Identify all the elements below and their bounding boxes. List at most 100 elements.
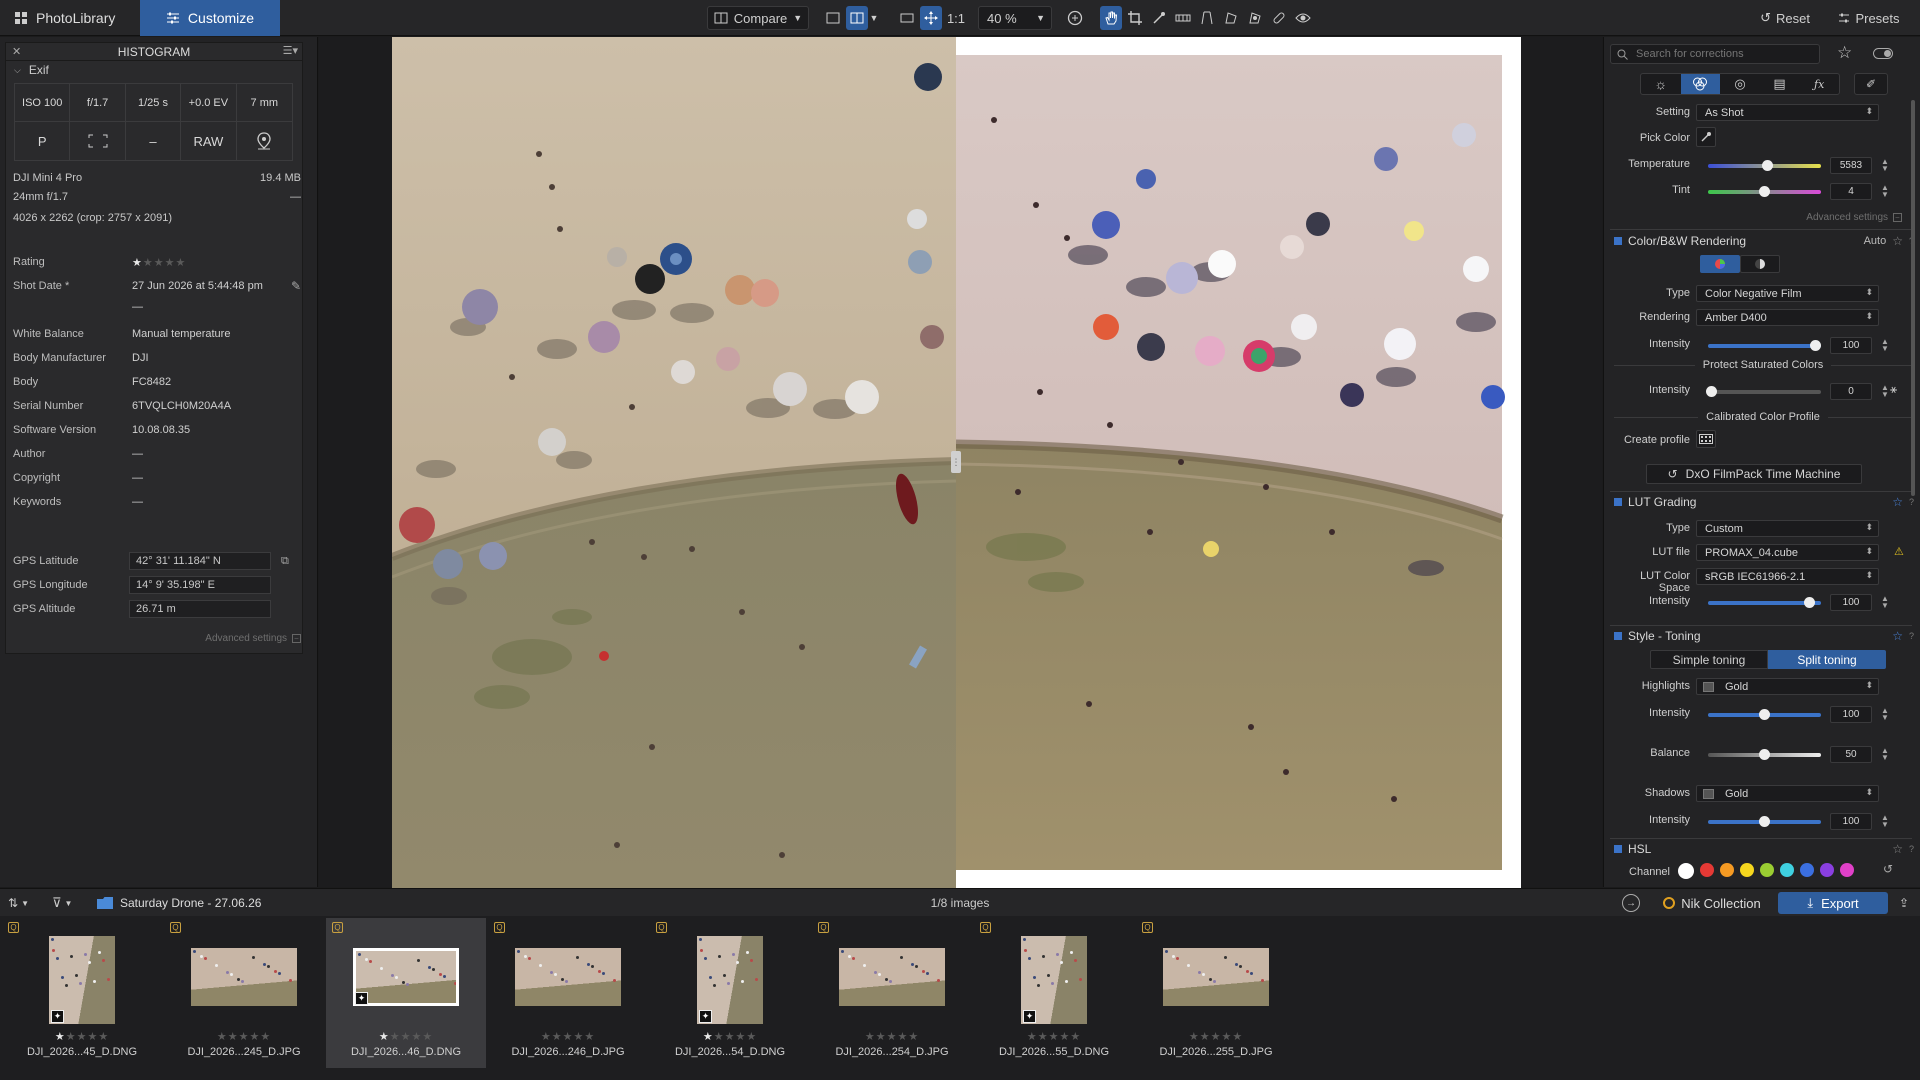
cbw-intensity-knob[interactable]	[1810, 340, 1821, 351]
perspective-tool-button[interactable]	[1196, 6, 1218, 30]
rating-star[interactable]: ★	[1200, 1031, 1211, 1043]
lut-section-header[interactable]: LUT Grading ☆ ?	[1614, 493, 1914, 511]
pick-color-button[interactable]	[1696, 127, 1716, 147]
rating-star[interactable]: ★	[908, 1031, 919, 1043]
rating-star[interactable]: ★	[77, 1031, 88, 1043]
gps-altitude-field[interactable]: 26.71 m	[129, 600, 271, 618]
hsl-channel-swatch[interactable]	[1780, 863, 1794, 877]
split-divider-handle[interactable]: ⋮	[951, 451, 961, 473]
preview-button[interactable]	[1292, 6, 1314, 30]
export-button[interactable]: ⤓ Export	[1778, 892, 1888, 914]
right-scrollbar[interactable]	[1911, 100, 1915, 496]
exif-section-header[interactable]: ⌵ Exif	[6, 61, 302, 79]
temperature-input[interactable]: 5583	[1830, 157, 1872, 174]
film-rating[interactable]: ★★★★★	[2, 1030, 162, 1043]
rating-star[interactable]: ★	[143, 257, 154, 269]
highlights-select[interactable]: Gold ⬍	[1696, 678, 1879, 695]
hsl-section-header[interactable]: HSL ☆ ?	[1614, 840, 1914, 858]
lut-type-select[interactable]: Custom ⬍	[1696, 520, 1879, 537]
s-intensity-slider[interactable]	[1708, 816, 1821, 827]
zoom-1to1-button[interactable]: 1:1	[944, 6, 968, 30]
h-intensity-slider[interactable]	[1708, 709, 1821, 720]
cbw-intensity-slider[interactable]	[1708, 340, 1821, 351]
rating-star[interactable]: ★	[87, 1031, 98, 1043]
image-viewer[interactable]: ⋮	[319, 37, 1602, 888]
film-item[interactable]: Q ✦ ★★★★★ DJI_2026...54_D.DNG	[650, 918, 810, 1068]
create-profile-button[interactable]	[1696, 430, 1716, 448]
split-view-button[interactable]	[846, 6, 868, 30]
cbw-type-select[interactable]: Color Negative Film ⬍	[1696, 285, 1879, 302]
hsl-channel-swatch[interactable]	[1740, 863, 1754, 877]
rating-star[interactable]: ★	[165, 257, 176, 269]
rating-star[interactable]: ★	[746, 1031, 757, 1043]
film-item[interactable]: Q ★★★★★ DJI_2026...245_D.JPG	[164, 918, 324, 1068]
rating-star[interactable]: ★	[217, 1031, 228, 1043]
h-intensity-knob[interactable]	[1759, 709, 1770, 720]
filter-button[interactable]: ⊽ ▼	[52, 893, 84, 913]
copy-location-icon[interactable]: ⧉	[281, 555, 289, 568]
reset-channel-icon[interactable]: ↺	[1883, 862, 1893, 876]
move-tool-button[interactable]	[920, 6, 942, 30]
protect-intensity-stepper[interactable]: ▲ ▼	[1881, 384, 1889, 399]
rating-star[interactable]: ★	[260, 1031, 271, 1043]
search-input[interactable]	[1636, 48, 1806, 60]
tab-color[interactable]	[1680, 74, 1721, 94]
rating-star[interactable]: ★	[552, 1031, 563, 1043]
rating-star[interactable]: ★	[887, 1031, 898, 1043]
tint-input[interactable]: 4	[1830, 183, 1872, 200]
cbw-rendering-select[interactable]: Amber D400 ⬍	[1696, 309, 1879, 326]
hsl-channel-swatch[interactable]	[1840, 863, 1854, 877]
rating-star[interactable]: ★	[1038, 1031, 1049, 1043]
rating-star[interactable]: ★	[249, 1031, 260, 1043]
rating-star[interactable]: ★	[541, 1031, 552, 1043]
color-bw-auto[interactable]: Auto	[1864, 235, 1887, 247]
film-rating[interactable]: ★★★★★	[1136, 1030, 1296, 1043]
mask-tool-button[interactable]	[1244, 6, 1266, 30]
zoom-in-button[interactable]	[1064, 6, 1086, 30]
lut-space-select[interactable]: sRGB IEC61966-2.1 ⬍	[1696, 568, 1879, 585]
rating-stars[interactable]: ★★★★★	[132, 256, 301, 269]
lut-intensity-input[interactable]: 100	[1830, 594, 1872, 611]
folder-breadcrumb[interactable]: Saturday Drone - 27.06.26	[96, 893, 261, 913]
crop-frame-button[interactable]	[896, 6, 918, 30]
s-intensity-input[interactable]: 100	[1830, 813, 1872, 830]
tint-knob[interactable]	[1759, 186, 1770, 197]
cbw-intensity-input[interactable]: 100	[1830, 337, 1872, 354]
h-intensity-stepper[interactable]: ▲ ▼	[1881, 707, 1889, 722]
rating-star[interactable]: ★	[132, 257, 143, 269]
rating-star[interactable]: ★	[573, 1031, 584, 1043]
rating-star[interactable]: ★	[411, 1031, 422, 1043]
rating-star[interactable]: ★	[876, 1031, 887, 1043]
rating-star[interactable]: ★	[1189, 1031, 1200, 1043]
film-item[interactable]: Q ★★★★★ DJI_2026...255_D.JPG	[1136, 918, 1296, 1068]
sort-button[interactable]: ⇅ ▼	[8, 893, 40, 913]
rating-star[interactable]: ★	[422, 1031, 433, 1043]
temperature-stepper[interactable]: ▲ ▼	[1881, 158, 1889, 173]
zoom-select[interactable]: 40 % ▼	[978, 6, 1052, 30]
rating-star[interactable]: ★	[1232, 1031, 1243, 1043]
favorite-star-icon[interactable]: ☆	[1892, 495, 1903, 509]
rating-star[interactable]: ★	[239, 1031, 250, 1043]
toning-section-header[interactable]: Style - Toning ☆ ?	[1614, 627, 1914, 645]
hand-tool-button[interactable]	[1100, 6, 1122, 30]
rating-star[interactable]: ★	[55, 1031, 66, 1043]
balance-stepper[interactable]: ▲ ▼	[1881, 747, 1889, 762]
magic-wand-icon[interactable]: ⚹	[1890, 382, 1897, 397]
film-item[interactable]: Q ✦ ★★★★★ DJI_2026...45_D.DNG	[2, 918, 162, 1068]
s-intensity-knob[interactable]	[1759, 816, 1770, 827]
cbw-intensity-stepper[interactable]: ▲ ▼	[1881, 338, 1889, 353]
color-mode-button[interactable]	[1700, 255, 1740, 273]
tab-light[interactable]: ☼	[1641, 74, 1681, 94]
tab-customize[interactable]: Customize	[140, 0, 280, 36]
rating-star[interactable]: ★	[66, 1031, 77, 1043]
hsl-channel-swatch[interactable]	[1720, 863, 1734, 877]
rating-star[interactable]: ★	[1221, 1031, 1232, 1043]
rating-star[interactable]: ★	[1211, 1031, 1222, 1043]
simple-toning-button[interactable]: Simple toning	[1650, 650, 1768, 669]
single-view-button[interactable]	[822, 6, 844, 30]
help-icon[interactable]: ?	[1909, 631, 1914, 641]
protect-intensity-slider[interactable]	[1706, 386, 1821, 397]
presets-button[interactable]: Presets	[1830, 6, 1908, 30]
nik-collection-button[interactable]: Nik Collection	[1650, 892, 1774, 914]
rating-star[interactable]: ★	[154, 257, 165, 269]
